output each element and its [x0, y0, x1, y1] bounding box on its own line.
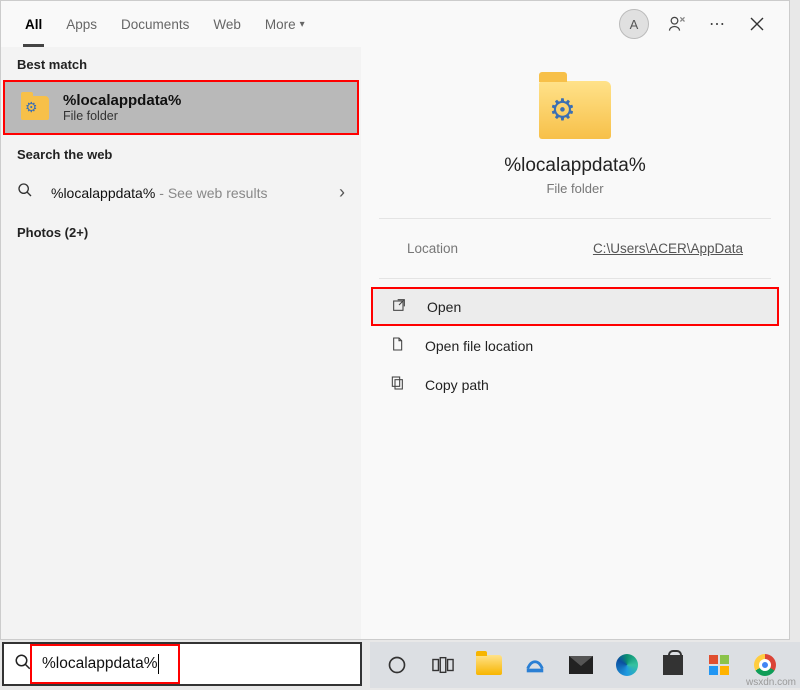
details-title: %localappdata%: [504, 155, 646, 177]
taskbar-store-icon[interactable]: [654, 646, 692, 684]
tab-web[interactable]: Web: [201, 1, 253, 47]
watermark: wsxdn.com: [746, 677, 796, 688]
results-left-pane: Best match ⚙ %localappdata% File folder …: [1, 47, 361, 639]
avatar[interactable]: A: [619, 9, 649, 39]
best-match-item[interactable]: ⚙ %localappdata% File folder: [3, 80, 359, 135]
location-row: Location C:\Users\ACER\AppData: [379, 219, 771, 279]
action-open-file-location[interactable]: Open file location: [361, 326, 789, 365]
tab-apps[interactable]: Apps: [54, 1, 109, 47]
taskbar: [370, 642, 800, 688]
tab-more[interactable]: More▾: [253, 1, 317, 47]
tab-documents[interactable]: Documents: [109, 1, 201, 47]
action-copy-path[interactable]: Copy path: [361, 365, 789, 404]
tabs-bar: All Apps Documents Web More▾ A ⋯: [1, 1, 789, 47]
feedback-icon[interactable]: [657, 4, 697, 44]
chevron-right-icon: ›: [339, 182, 345, 203]
taskbar-file-explorer-icon[interactable]: [470, 646, 508, 684]
search-input[interactable]: %localappdata%: [2, 642, 362, 686]
photos-header[interactable]: Photos (2+): [1, 215, 361, 250]
file-location-icon: [389, 336, 411, 355]
more-options-icon[interactable]: ⋯: [697, 4, 737, 44]
taskbar-edge-icon[interactable]: [608, 646, 646, 684]
search-icon: [14, 653, 32, 676]
taskbar-mail-icon[interactable]: [562, 646, 600, 684]
taskbar-app2-icon[interactable]: [700, 646, 738, 684]
copy-icon: [389, 375, 411, 394]
best-match-title: %localappdata%: [63, 92, 181, 109]
details-subtitle: File folder: [546, 181, 603, 196]
folder-icon: ⚙: [21, 96, 49, 120]
folder-icon-large: ⚙: [539, 81, 611, 139]
best-match-header: Best match: [1, 47, 361, 80]
search-value: %localappdata%: [42, 655, 157, 673]
taskbar-cortana-icon[interactable]: [378, 646, 416, 684]
taskbar-taskview-icon[interactable]: [424, 646, 462, 684]
action-copy-path-label: Copy path: [425, 377, 489, 393]
close-icon[interactable]: [737, 4, 777, 44]
action-open[interactable]: Open: [371, 287, 779, 326]
location-value[interactable]: C:\Users\ACER\AppData: [593, 241, 743, 256]
web-hint-text: - See web results: [159, 185, 267, 201]
details-right-pane: ⚙ %localappdata% File folder Location C:…: [361, 47, 789, 639]
tab-all[interactable]: All: [13, 1, 54, 47]
web-query-text: %localappdata%: [51, 185, 155, 201]
chevron-down-icon: ▾: [300, 19, 305, 30]
taskbar-app-icon[interactable]: [516, 646, 554, 684]
search-icon: [17, 182, 41, 203]
search-web-item[interactable]: %localappdata% - See web results ›: [1, 170, 361, 215]
action-open-label: Open: [427, 299, 461, 315]
open-icon: [391, 297, 413, 316]
search-web-header: Search the web: [1, 137, 361, 170]
windows-search-panel: All Apps Documents Web More▾ A ⋯ Best ma…: [0, 0, 790, 640]
action-open-location-label: Open file location: [425, 338, 533, 354]
location-label: Location: [407, 241, 458, 256]
best-match-subtitle: File folder: [63, 109, 181, 123]
